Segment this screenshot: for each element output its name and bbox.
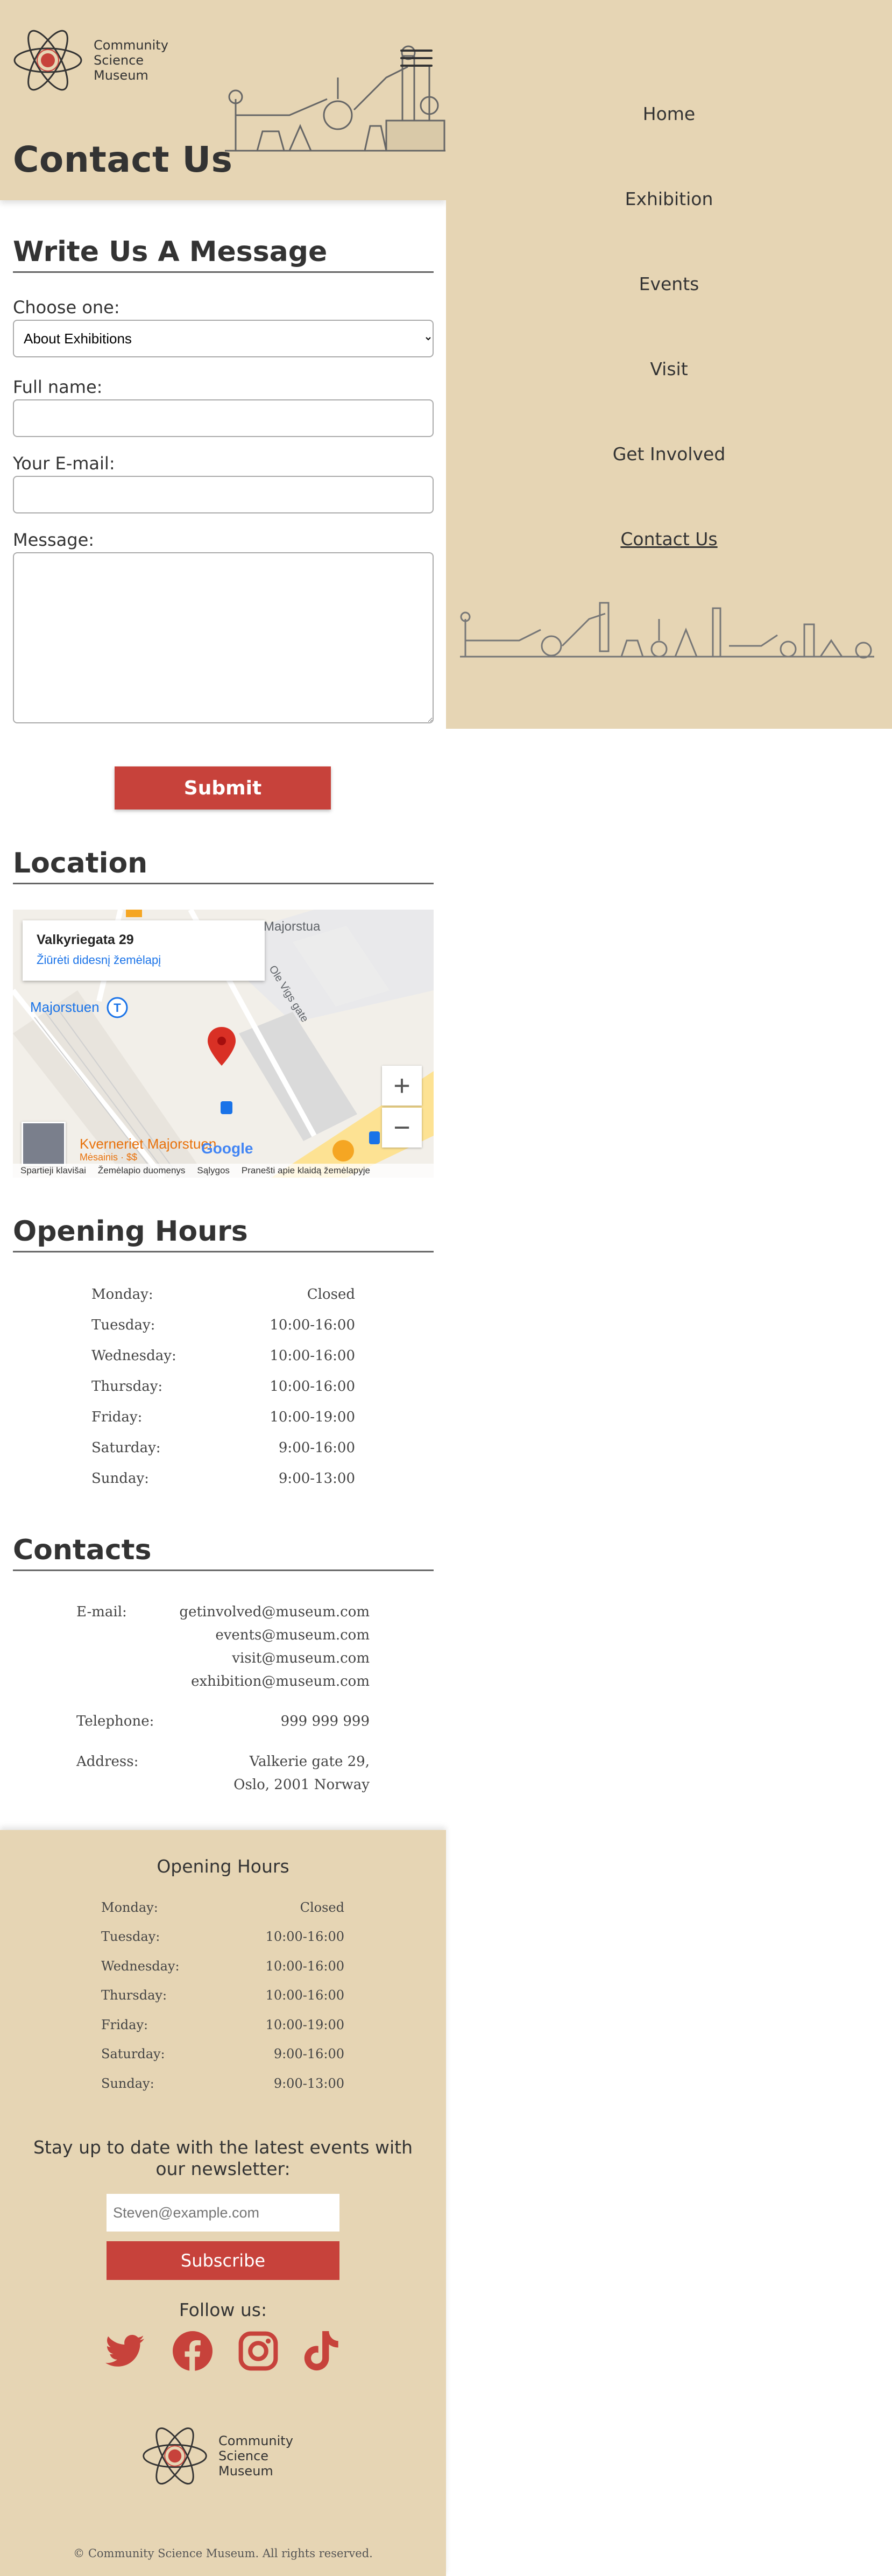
page: Community Science Museum Contact Us Writ…	[0, 0, 892, 2576]
nav-item-events[interactable]: Events	[446, 273, 892, 294]
footer-hours-row: Wednesday: 10:00-16:00	[101, 1959, 344, 1974]
full-name-label: Full name:	[13, 377, 103, 397]
form-section-title: Write Us A Message	[13, 236, 434, 273]
message-label: Message:	[13, 530, 95, 550]
map-footer: Spartieji klavišai Žemėlapio duomenys Są…	[13, 1164, 434, 1178]
contact-email-link[interactable]: events@museum.com	[101, 1627, 370, 1643]
brand-line-3: Museum	[218, 2464, 273, 2479]
map-footer-report[interactable]: Pranešti apie klaidą žemėlapyje	[242, 1165, 370, 1176]
brand-line-3: Museum	[94, 68, 148, 83]
email-label: Your E-mail:	[13, 453, 115, 474]
tiktok-icon[interactable]	[299, 2329, 342, 2373]
nav-item-home[interactable]: Home	[446, 103, 892, 124]
footer-hours-row: Monday: Closed	[101, 1900, 344, 1915]
zoom-out-button[interactable]: −	[382, 1108, 422, 1148]
hours-row: Thursday: 10:00-16:00	[91, 1378, 355, 1395]
full-name-input[interactable]	[13, 399, 434, 437]
nav-item-visit[interactable]: Visit	[446, 358, 892, 379]
choose-label: Choose one:	[13, 297, 120, 318]
main-column: Community Science Museum Contact Us Writ…	[0, 0, 446, 1793]
view-larger-map-link[interactable]: Žiūrėti didesnį žemėlapį	[37, 953, 251, 967]
brand-line-1: Community	[218, 2433, 293, 2448]
topic-select[interactable]: About Exhibitions	[13, 320, 434, 357]
hours-row: Wednesday: 10:00-16:00	[91, 1348, 355, 1364]
hours-row: Monday: Closed	[91, 1286, 355, 1303]
contact-email-link[interactable]: exhibition@museum.com	[101, 1673, 370, 1690]
footer-hours-row: Saturday: 9:00-16:00	[101, 2046, 344, 2061]
footer-hours-title: Opening Hours	[157, 1856, 289, 1877]
brand-line-2: Science	[94, 53, 144, 68]
hours-row: Saturday: 9:00-16:00	[91, 1440, 355, 1456]
contact-address-line-2: Oslo, 2001 Norway	[233, 1777, 370, 1793]
logo[interactable]: Community Science Museum	[12, 26, 168, 95]
hours-row: Friday: 10:00-19:00	[91, 1409, 355, 1425]
message-textarea[interactable]	[13, 552, 434, 723]
email-input[interactable]	[13, 476, 434, 513]
map-footer-terms[interactable]: Sąlygos	[197, 1165, 229, 1176]
satellite-layer-button[interactable]	[22, 1122, 66, 1166]
footer-hours-row: Sunday: 9:00-13:00	[101, 2076, 344, 2091]
nav-item-exhibition[interactable]: Exhibition	[446, 188, 892, 209]
contact-phone-link[interactable]: 999 999 999	[101, 1713, 370, 1729]
twitter-icon[interactable]	[103, 2329, 146, 2373]
map-label-majorstuen: Majorstuen	[30, 999, 100, 1015]
map-footer-shortcuts[interactable]: Spartieji klavišai	[20, 1165, 86, 1176]
follow-us-label: Follow us:	[179, 2299, 267, 2320]
hours-row: Sunday: 9:00-13:00	[91, 1470, 355, 1487]
facebook-icon[interactable]	[171, 2329, 214, 2373]
lab-equipment-strip-illustration	[460, 602, 874, 659]
submit-button[interactable]: Submit	[115, 766, 331, 810]
google-logo: Google	[201, 1140, 253, 1157]
atom-logo-icon	[13, 30, 82, 91]
footer-hours-row: Thursday: 10:00-16:00	[101, 1988, 344, 2003]
nav-item-get-involved[interactable]: Get Involved	[446, 444, 892, 464]
contact-email-link[interactable]: visit@museum.com	[101, 1650, 370, 1666]
hamburger-menu-button[interactable]	[400, 50, 433, 70]
brand-line-1: Community	[94, 38, 168, 53]
brand-line-2: Science	[218, 2448, 269, 2464]
zoom-in-button[interactable]: +	[382, 1066, 422, 1106]
map-label-majorstua: Majorstua	[264, 919, 321, 934]
map-card-title: Valkyriegata 29	[37, 932, 134, 947]
footer-logo[interactable]: Community Science Museum	[141, 2423, 293, 2489]
instagram-icon[interactable]	[237, 2329, 280, 2373]
contact-email-link[interactable]: getinvolved@museum.com	[101, 1604, 370, 1620]
map-footer-data: Žemėlapio duomenys	[97, 1165, 186, 1176]
hours-section-title: Opening Hours	[13, 1215, 434, 1252]
newsletter-text: Stay up to date with the latest events w…	[33, 2137, 413, 2179]
navigation-panel: Home Exhibition Events Visit Get Involve…	[446, 0, 892, 729]
svg-text:T: T	[114, 1001, 121, 1015]
site-header: Community Science Museum Contact Us	[0, 0, 446, 200]
nav-item-contact-us[interactable]: Contact Us	[446, 529, 892, 550]
atom-logo-icon	[143, 2427, 207, 2484]
page-title: Contact Us	[13, 139, 233, 180]
newsletter-email-input[interactable]	[107, 2194, 339, 2232]
contacts-section-title: Contacts	[13, 1534, 434, 1571]
location-section-title: Location	[13, 847, 434, 884]
footer-hours-row: Friday: 10:00-19:00	[101, 2017, 344, 2032]
footer-hours-row: Tuesday: 10:00-16:00	[101, 1929, 344, 1944]
copyright-text: © Community Science Museum. All rights r…	[73, 2547, 373, 2560]
hours-row: Tuesday: 10:00-16:00	[91, 1317, 355, 1333]
map-info-card: Valkyriegata 29 Žiūrėti didesnį žemėlapį	[23, 920, 265, 981]
map-label-place-sub: Mėsainis · $$	[80, 1152, 138, 1163]
embedded-map[interactable]: T Valkyriegata 29 Žiūrėti didesnį žemėla…	[13, 910, 434, 1178]
contact-address-line-1: Valkerie gate 29,	[249, 1754, 370, 1770]
map-label-kverneriet[interactable]: Kverneriet Majorstuen	[80, 1136, 216, 1152]
subscribe-button[interactable]: Subscribe	[107, 2241, 339, 2280]
